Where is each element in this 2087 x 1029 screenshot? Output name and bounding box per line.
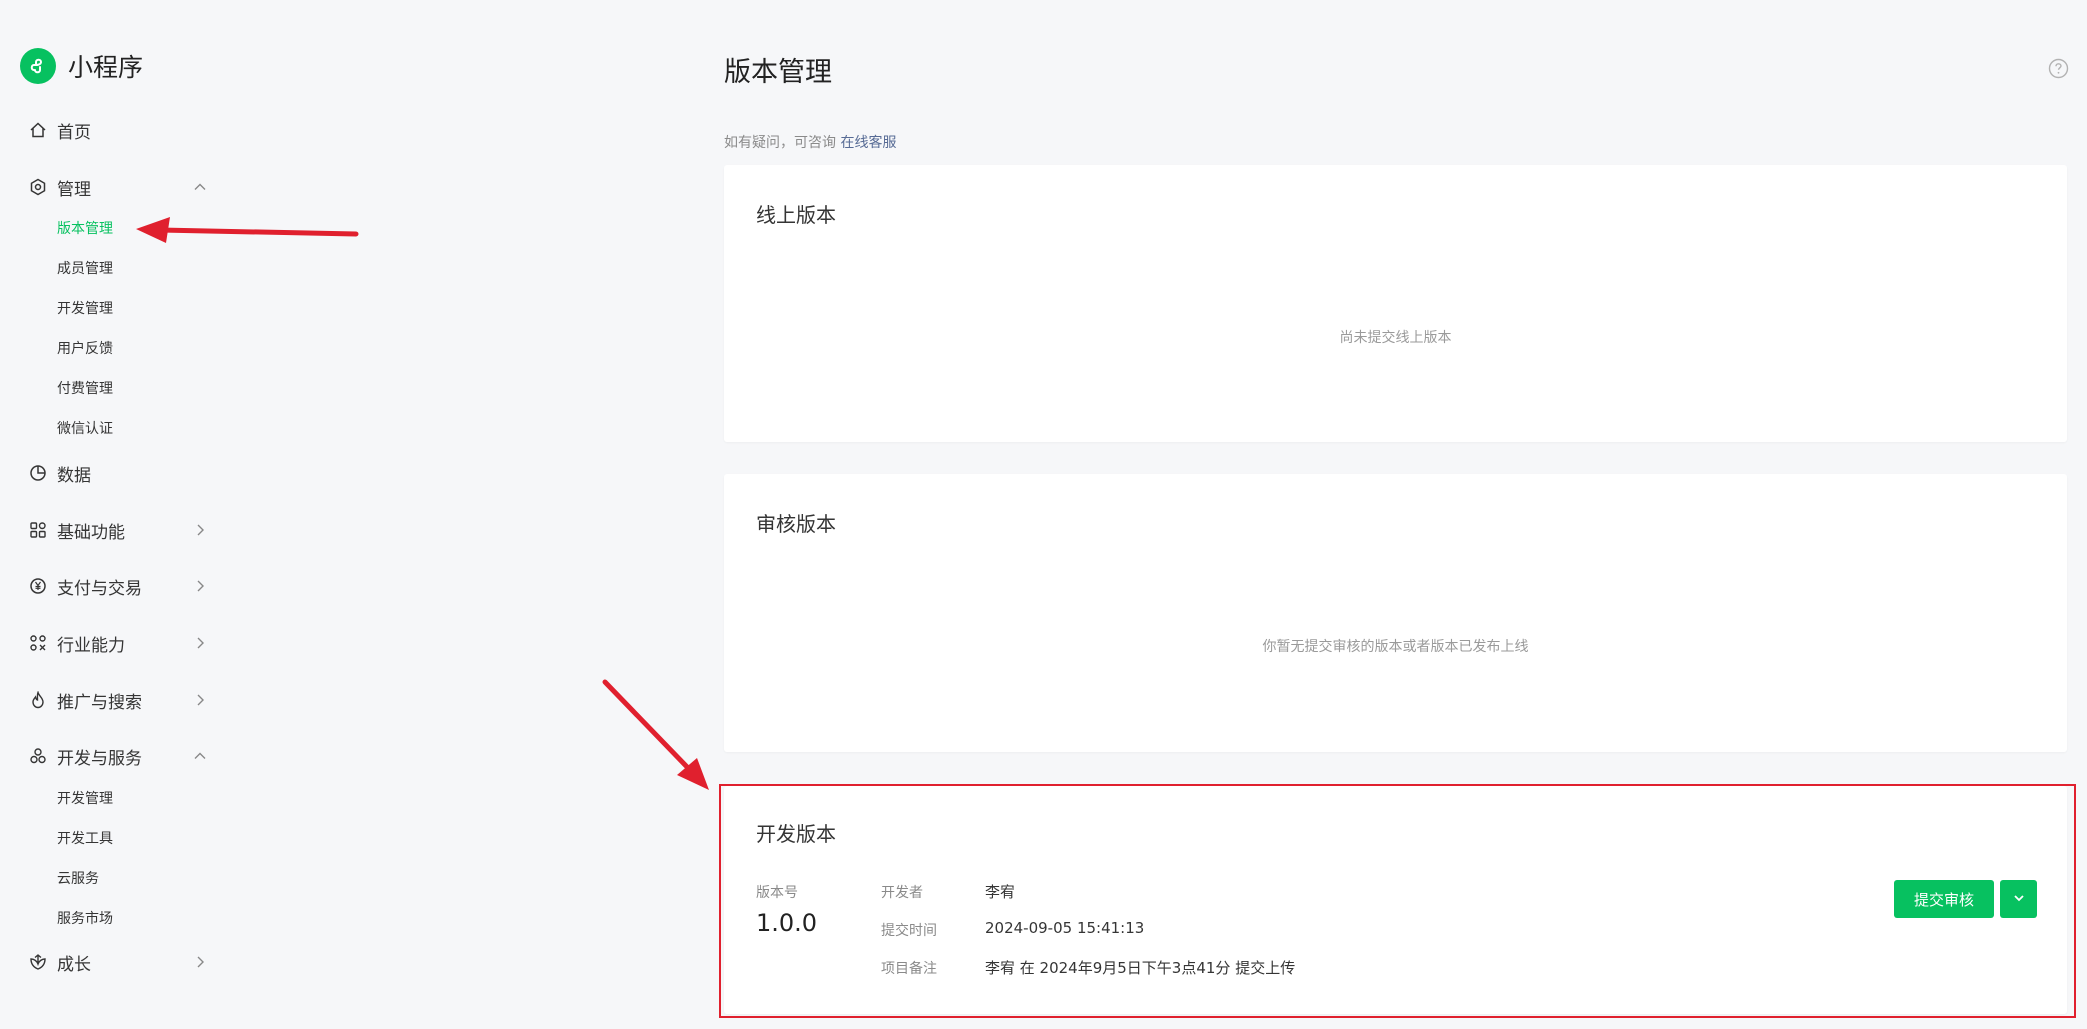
- sidebar-subitem-dev-manage[interactable]: 开发管理: [57, 298, 113, 320]
- customer-service-link[interactable]: 在线客服: [840, 135, 896, 151]
- project-note-label: 项目备注: [881, 961, 937, 977]
- sidebar-item-label: 开发与服务: [57, 748, 142, 769]
- developer-label: 开发者: [881, 885, 923, 901]
- sidebar-item-dev-service[interactable]: 开发与服务: [28, 741, 208, 771]
- home-icon: [28, 120, 48, 140]
- sidebar-item-label: 数据: [57, 465, 91, 486]
- version-number-label: 版本号: [756, 885, 798, 901]
- sidebar-item-basic[interactable]: 基础功能: [28, 515, 208, 545]
- sidebar-item-label: 管理: [57, 179, 91, 200]
- brand-name: 小程序: [68, 53, 144, 82]
- card-title: 线上版本: [756, 203, 836, 227]
- submit-time-value: 2024-09-05 15:41:13: [985, 919, 1145, 937]
- brand[interactable]: 小程序: [20, 48, 143, 84]
- sidebar-item-manage[interactable]: 管理: [28, 172, 208, 202]
- sidebar-subitem-cloud-service[interactable]: 云服务: [57, 868, 99, 890]
- sidebar-subitem-payment-manage[interactable]: 付费管理: [57, 378, 113, 400]
- chevron-right-icon: [192, 692, 208, 708]
- sidebar-item-growth[interactable]: 成长: [28, 947, 208, 977]
- chevron-right-icon: [192, 578, 208, 594]
- project-note-value: 李宥 在 2024年9月5日下午3点41分 提交上传: [985, 959, 1296, 977]
- chevron-down-icon: [2012, 891, 2026, 908]
- grid-icon: [28, 520, 48, 540]
- submit-review-button[interactable]: 提交审核: [1894, 880, 1994, 918]
- settings-icon: [28, 177, 48, 197]
- hint-text: 如有疑问，可咨询 在线客服: [724, 132, 896, 152]
- developer-value: 李宥: [985, 883, 1016, 901]
- industry-icon: [28, 633, 48, 653]
- sidebar-subitem-dev-tools[interactable]: 开发工具: [57, 828, 113, 850]
- review-version-card: 审核版本 你暂无提交审核的版本或者版本已发布上线: [724, 474, 2067, 752]
- submit-dropdown-button[interactable]: [2000, 880, 2037, 918]
- chevron-up-icon: [192, 179, 208, 195]
- card-title: 审核版本: [756, 512, 836, 536]
- yuan-coin-icon: [28, 576, 48, 596]
- sidebar-subitem-member-manage[interactable]: 成员管理: [57, 258, 113, 280]
- sidebar: 小程序 首页 管理 版本管理 成员管理 开发管理 用户反馈 付费管理 微信认证: [0, 0, 360, 1029]
- sidebar-item-promote[interactable]: 推广与搜索: [28, 685, 208, 715]
- chevron-up-icon: [192, 748, 208, 764]
- sidebar-subitem-service-market[interactable]: 服务市场: [57, 908, 113, 930]
- online-version-card: 线上版本 尚未提交线上版本: [724, 165, 2067, 442]
- sidebar-item-payment[interactable]: 支付与交易: [28, 571, 208, 601]
- page-title: 版本管理: [724, 57, 832, 88]
- growth-icon: [28, 952, 48, 972]
- miniprogram-logo-icon: [20, 48, 56, 84]
- sidebar-item-label: 推广与搜索: [57, 692, 142, 713]
- sidebar-item-data[interactable]: 数据: [28, 458, 208, 488]
- sidebar-item-label: 支付与交易: [57, 578, 142, 599]
- hint-label: 如有疑问，可咨询: [724, 135, 836, 151]
- sidebar-subitem-user-feedback[interactable]: 用户反馈: [57, 338, 113, 360]
- flame-icon: [28, 690, 48, 710]
- sidebar-subitem-wechat-verify[interactable]: 微信认证: [57, 418, 113, 440]
- cluster-icon: [28, 746, 48, 766]
- sidebar-item-label: 首页: [57, 122, 91, 143]
- chevron-right-icon: [192, 635, 208, 651]
- pie-chart-icon: [28, 463, 48, 483]
- annotation-arrow-card: [602, 679, 709, 790]
- empty-text: 尚未提交线上版本: [1339, 330, 1452, 346]
- chevron-right-icon: [192, 954, 208, 970]
- version-number: 1.0.0: [756, 909, 818, 937]
- empty-text: 你暂无提交审核的版本或者版本已发布上线: [1262, 639, 1529, 655]
- sidebar-subitem-dev-manage-2[interactable]: 开发管理: [57, 788, 113, 810]
- sidebar-item-label: 基础功能: [57, 522, 125, 543]
- sidebar-item-label: 成长: [57, 954, 91, 975]
- sidebar-subitem-version-manage[interactable]: 版本管理: [57, 218, 113, 240]
- sidebar-item-label: 行业能力: [57, 635, 125, 656]
- submit-time-label: 提交时间: [881, 923, 937, 939]
- chevron-right-icon: [192, 522, 208, 538]
- sidebar-item-home[interactable]: 首页: [28, 115, 208, 145]
- sidebar-item-industry[interactable]: 行业能力: [28, 628, 208, 658]
- help-icon[interactable]: [2048, 58, 2069, 79]
